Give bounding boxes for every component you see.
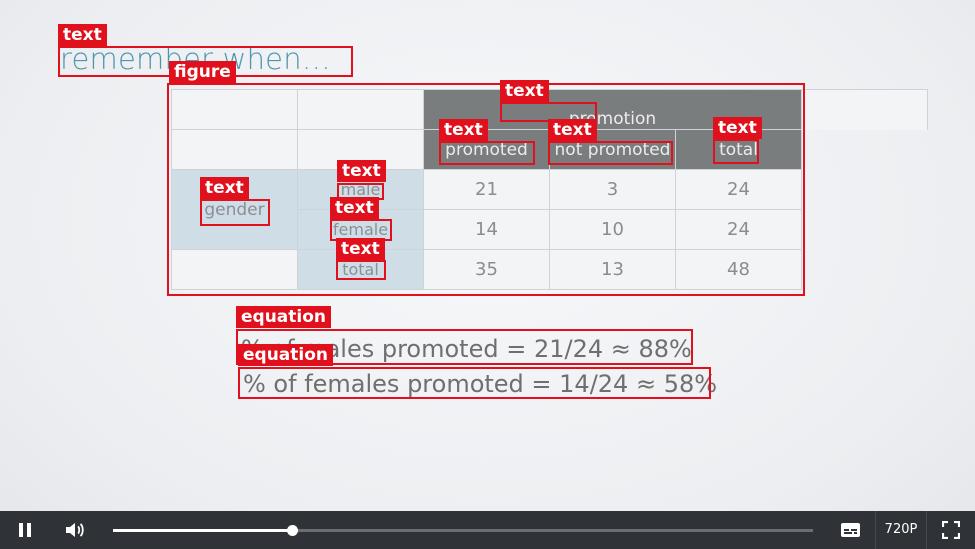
annotation-box <box>336 260 386 280</box>
annotation-box <box>548 141 673 165</box>
captions-icon[interactable] <box>840 521 861 539</box>
annotation-label: text <box>337 160 386 182</box>
annotation-label: equation <box>238 344 334 366</box>
progress-fill <box>113 529 292 532</box>
annotation-label: equation <box>236 306 332 328</box>
lecture-slide: remember when… promotion promoted not pr… <box>0 0 975 511</box>
fullscreen-icon[interactable] <box>941 520 961 540</box>
fullscreen-icon-glyph <box>941 520 961 540</box>
annotation-label: text <box>330 197 379 219</box>
volume-icon-glyph <box>66 523 84 537</box>
annotation-box <box>167 83 805 296</box>
annotation-label: figure <box>169 61 236 83</box>
captions-icon-glyph <box>841 523 860 537</box>
quality-button[interactable]: 720P <box>875 511 927 549</box>
annotation-label: text <box>58 24 107 46</box>
annotation-label: text <box>500 80 549 102</box>
pause-icon[interactable] <box>18 522 32 538</box>
annotation-box <box>713 139 759 164</box>
annotation-label: text <box>336 238 385 260</box>
annotation-label: text <box>439 119 488 141</box>
volume-icon[interactable] <box>64 520 88 540</box>
progress-bar[interactable] <box>113 525 813 536</box>
annotation-box <box>439 141 535 165</box>
video-controls: 720P <box>0 511 975 549</box>
annotation-label: text <box>548 119 597 141</box>
progress-handle[interactable] <box>286 525 298 536</box>
annotation-box <box>200 199 270 226</box>
annotation-label: text <box>200 177 249 199</box>
annotation-box <box>238 367 711 399</box>
table-corner <box>801 89 928 130</box>
annotation-label: text <box>713 117 762 139</box>
